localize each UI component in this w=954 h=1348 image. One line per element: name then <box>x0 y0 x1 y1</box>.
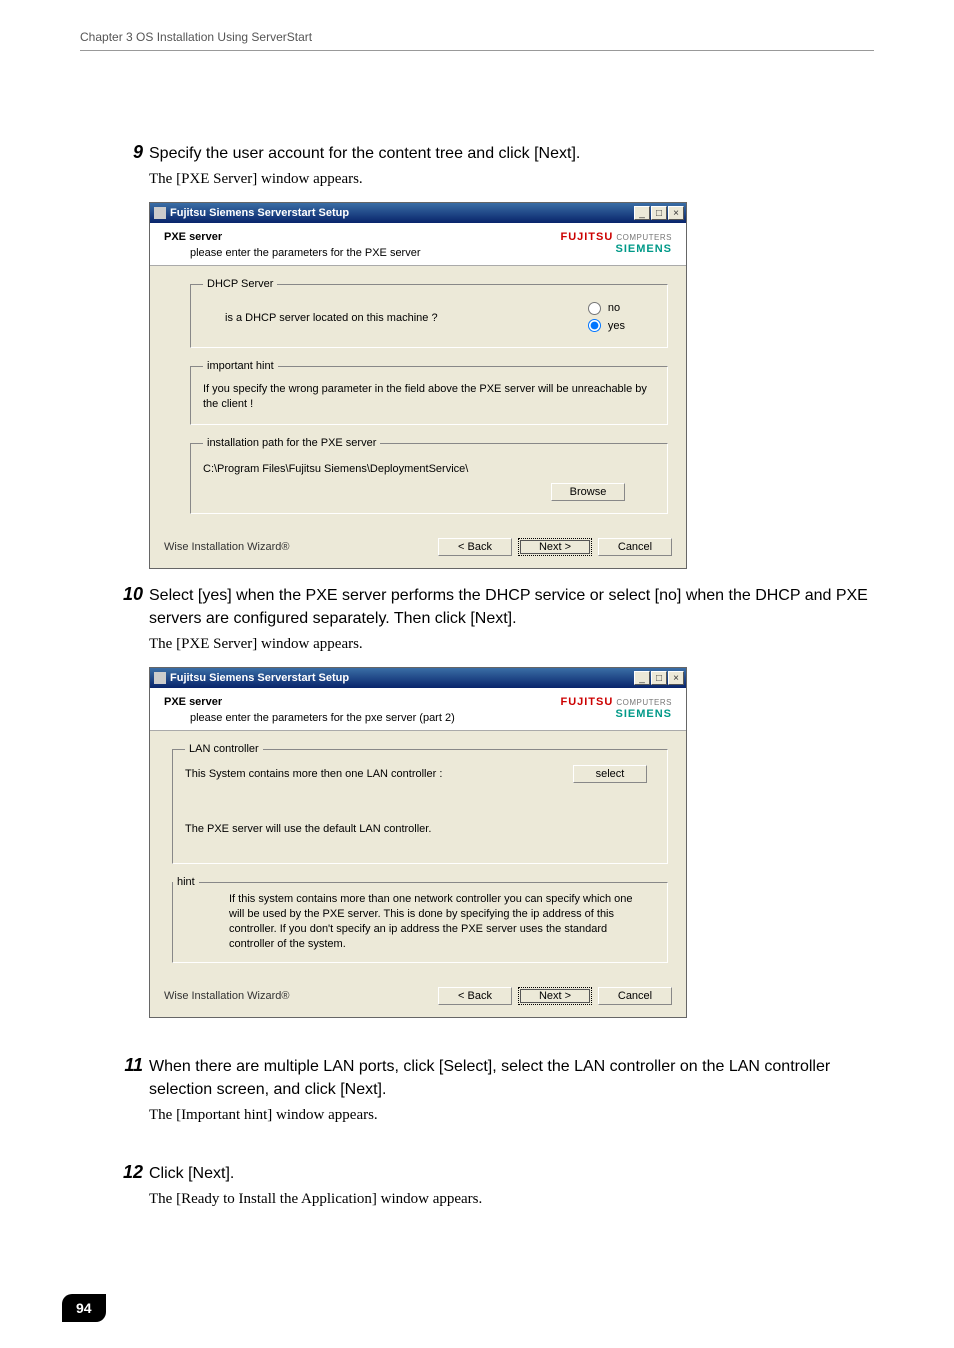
step-number-9: 9 <box>115 142 143 163</box>
lan-line-1: This System contains more then one LAN c… <box>185 768 442 780</box>
screenshot-2: Fujitsu Siemens Serverstart Setup _ □ × … <box>149 667 687 1017</box>
step-11: 11 When there are multiple LAN ports, cl… <box>149 1055 874 1124</box>
header-title: PXE server <box>164 696 455 708</box>
window-title: Fujitsu Siemens Serverstart Setup <box>154 207 349 219</box>
app-icon <box>154 207 166 219</box>
step-sub-12: The [Ready to Install the Application] w… <box>149 1191 874 1208</box>
minimize-button[interactable]: _ <box>634 671 650 685</box>
lan-line-2: The PXE server will use the default LAN … <box>185 783 655 851</box>
step-10: 10 Select [yes] when the PXE server perf… <box>149 584 874 1018</box>
page-number: 94 <box>62 1294 106 1322</box>
step-sub-10: The [PXE Server] window appears. <box>149 636 874 653</box>
close-button[interactable]: × <box>668 671 684 685</box>
titlebar: Fujitsu Siemens Serverstart Setup _ □ × <box>150 203 686 223</box>
step-12: 12 Click [Next]. The [Ready to Install t… <box>149 1162 874 1208</box>
step-title-9: Specify the user account for the content… <box>149 142 874 165</box>
cancel-button[interactable]: Cancel <box>598 538 672 556</box>
window-pxe-server-1: Fujitsu Siemens Serverstart Setup _ □ × … <box>149 202 687 569</box>
select-button[interactable]: select <box>573 765 647 783</box>
step-number-12: 12 <box>105 1162 143 1183</box>
maximize-button[interactable]: □ <box>651 671 667 685</box>
maximize-button[interactable]: □ <box>651 206 667 220</box>
back-button[interactable]: < Back <box>438 987 512 1005</box>
radio-yes[interactable]: yes <box>588 318 625 336</box>
header-rule <box>80 50 874 51</box>
back-button[interactable]: < Back <box>438 538 512 556</box>
important-hint-group: important hint If you specify the wrong … <box>190 360 668 425</box>
lan-controller-group: LAN controller This System contains more… <box>172 743 668 864</box>
hint2-legend: hint <box>173 876 199 888</box>
browse-button[interactable]: Browse <box>551 483 625 501</box>
install-path-group: installation path for the PXE server C:\… <box>190 437 668 514</box>
close-button[interactable]: × <box>668 206 684 220</box>
wizard-label: Wise Installation Wizard® <box>164 990 289 1002</box>
lan-legend: LAN controller <box>185 743 263 755</box>
step-number-10: 10 <box>105 584 143 605</box>
header-title: PXE server <box>164 231 421 243</box>
hint-text: If you specify the wrong parameter in th… <box>203 382 655 412</box>
app-icon <box>154 672 166 684</box>
install-legend: installation path for the PXE server <box>203 437 380 449</box>
window-header: PXE server please enter the parameters f… <box>150 223 686 266</box>
step-title-12: Click [Next]. <box>149 1162 874 1185</box>
step-title-11: When there are multiple LAN ports, click… <box>149 1055 874 1101</box>
install-path-text: C:\Program Files\Fujitsu Siemens\Deploym… <box>203 459 655 483</box>
header-subtitle: please enter the parameters for the pxe … <box>164 708 455 724</box>
window-pxe-server-2: Fujitsu Siemens Serverstart Setup _ □ × … <box>149 667 687 1017</box>
window-header: PXE server please enter the parameters f… <box>150 688 686 731</box>
cancel-button[interactable]: Cancel <box>598 987 672 1005</box>
dhcp-question: is a DHCP server located on this machine… <box>225 312 438 324</box>
step-9: 9 Specify the user account for the conte… <box>149 142 874 569</box>
header-subtitle: please enter the parameters for the PXE … <box>164 243 421 259</box>
window-title: Fujitsu Siemens Serverstart Setup <box>154 672 349 684</box>
next-button[interactable]: Next > <box>518 538 592 556</box>
brand-logo: FUJITSU COMPUTERS SIEMENS <box>560 696 672 720</box>
dhcp-server-group: DHCP Server is a DHCP server located on … <box>190 278 668 348</box>
radio-no[interactable]: no <box>588 300 625 318</box>
minimize-button[interactable]: _ <box>634 206 650 220</box>
step-number-11: 11 <box>105 1055 143 1076</box>
hint-legend: important hint <box>203 360 278 372</box>
dhcp-legend: DHCP Server <box>203 278 277 290</box>
hint-group: hint If this system contains more than o… <box>172 876 668 962</box>
next-button[interactable]: Next > <box>518 987 592 1005</box>
wizard-label: Wise Installation Wizard® <box>164 541 289 553</box>
step-sub-11: The [Important hint] window appears. <box>149 1107 874 1124</box>
screenshot-1: Fujitsu Siemens Serverstart Setup _ □ × … <box>149 202 687 569</box>
step-title-10: Select [yes] when the PXE server perform… <box>149 584 874 630</box>
brand-logo: FUJITSU COMPUTERS SIEMENS <box>560 231 672 255</box>
chapter-header: Chapter 3 OS Installation Using ServerSt… <box>80 30 312 44</box>
step-sub-9: The [PXE Server] window appears. <box>149 171 874 188</box>
titlebar: Fujitsu Siemens Serverstart Setup _ □ × <box>150 668 686 688</box>
hint2-text: If this system contains more than one ne… <box>173 888 667 961</box>
